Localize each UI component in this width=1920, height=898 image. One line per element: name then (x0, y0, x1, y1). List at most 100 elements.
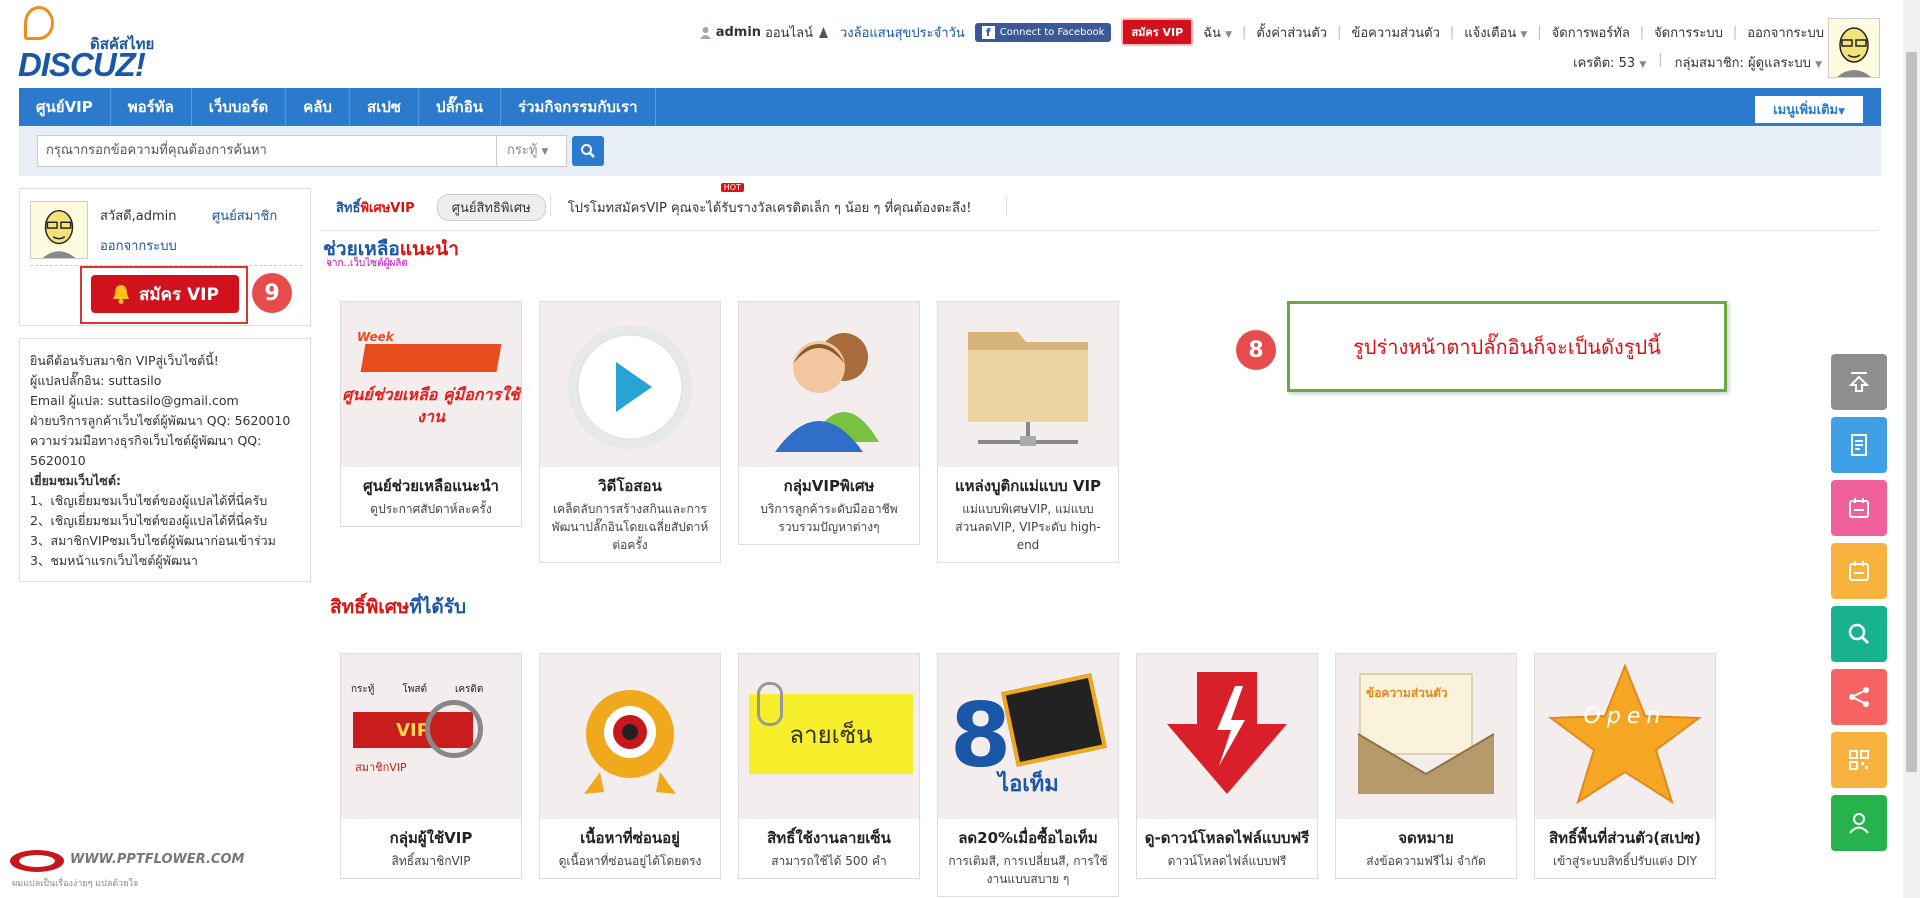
visit-title: เยี่ยมชมเว็บไซต์: (30, 473, 121, 488)
privilege-card[interactable]: ลายเซ็น สิทธิ์ใช้งานลายเซ็น สามารถใช้ได้… (738, 653, 920, 879)
calendar-icon (1849, 498, 1869, 518)
group-label: กลุ่มสมาชิก: ผู้ดูแลระบบ (1674, 56, 1811, 71)
privilege-card-desc: ส่งข้อความฟรีไม่ จำกัด (1366, 854, 1486, 868)
more-menu-label: เมนูเพิ่มเติม (1773, 103, 1839, 118)
vip-join-label: สมัคร VIP (139, 284, 219, 305)
privilege-title-a: สิทธิ์พิเศษ (330, 596, 410, 618)
menu-notifications[interactable]: แจ้งเตือน ▼ (1464, 22, 1527, 43)
privilege-card[interactable]: เนื้อหาที่ซ่อนอยู่ ดูเนื้อหาที่ซ่อนอยู่ไ… (539, 653, 721, 879)
menu-settings[interactable]: ตั้งค่าส่วนตัว (1256, 22, 1327, 43)
privilege-card[interactable]: Open สิทธิ์พื้นที่ส่วนตัว(สเปซ) เข้าสู่ร… (1534, 653, 1716, 879)
privilege-card-title: ลด20%เมื่อซื้อไอเท็ม (958, 829, 1098, 847)
privilege-card-desc: สิทธิ์สมาชิกVIP (391, 854, 471, 868)
back-to-top-button[interactable] (1831, 354, 1887, 410)
credits-menu[interactable]: เครดิต: 53 ▼ (1573, 52, 1646, 73)
visit-link[interactable]: 3、ชมหน้าแรกเว็บไซต์ผู้พัฒนา (30, 551, 300, 571)
privilege-card-desc: ดาวน์โหลดไฟล์แบบฟรี (1167, 854, 1287, 868)
help-card-image (938, 302, 1118, 467)
float-search-button[interactable] (1831, 606, 1887, 662)
community-link[interactable]: วงล้อแสนสุขประจำวัน (840, 22, 965, 43)
logout-link[interactable]: ออกจากระบบ (100, 235, 177, 256)
network-folder-icon (968, 332, 1088, 446)
privilege-card-image (1137, 654, 1317, 819)
privilege-card-image: ข้อความส่วนตัว (1336, 654, 1516, 819)
banner-shape (360, 344, 502, 372)
help-card[interactable]: กลุ่มVIPพิเศษ บริการลูกค้าระดับมืออาชีพ … (738, 301, 920, 545)
play-icon (568, 325, 692, 449)
bell-icon (113, 285, 130, 304)
visit-link[interactable]: 1、เชิญเยี่ยมชมเว็บไซต์ของผู้แปลได้ที่นี่… (30, 491, 300, 511)
search-button[interactable] (572, 136, 604, 166)
visit-link[interactable]: 3、สมาชิกVIPชมเว็บไซต์ผู้พัฒนาก่อนเข้าร่ว… (30, 531, 300, 551)
new-post-button[interactable] (1831, 417, 1887, 473)
privilege-card-desc: เข้าสู่ระบบสิทธิ์ปรับแต่ง DIY (1552, 854, 1698, 868)
menu-system-admin[interactable]: จัดการระบบ (1654, 22, 1723, 43)
eye-mascot-icon (584, 690, 676, 794)
avatar[interactable] (1828, 18, 1880, 78)
info-line: ฝ่ายบริการลูกค้าเว็บไซต์ผู้พัฒนา QQ: 562… (30, 413, 291, 428)
visit-link[interactable]: 2、เชิญเยี่ยมชมเว็บไซต์ของผู้แปลได้ที่นี่… (30, 511, 300, 531)
tab-vip-rights[interactable]: สิทธิ์พิเศษVIP (336, 197, 415, 218)
site-logo[interactable]: ดิสคัสไทย DISCUZ! (18, 6, 168, 83)
search-icon (1848, 623, 1870, 645)
menu-logout[interactable]: ออกจากระบบ (1747, 22, 1824, 43)
nav-forum[interactable]: เว็บบอร์ด (192, 88, 287, 126)
help-section-subtitle: จาก..เว็บไซต์ผู้ผลิต (326, 258, 408, 269)
facebook-connect-button[interactable]: f Connect to Facebook (974, 22, 1112, 42)
top-vip-button[interactable]: สมัคร VIP (1121, 18, 1194, 46)
member-center-link[interactable]: ศูนย์สมาชิก (212, 205, 277, 226)
checkin-button[interactable] (1831, 480, 1887, 536)
help-card[interactable]: Week ศูนย์ช่วยเหลือ คู่มือการใช้งาน ศูนย… (340, 301, 522, 527)
user-status: admin ออนไลน์ (699, 22, 830, 43)
envelope-label: ข้อความส่วนตัว (1366, 686, 1448, 700)
avatar-image (1829, 19, 1879, 77)
privilege-card-image (540, 654, 720, 819)
qrcode-button[interactable] (1831, 732, 1887, 788)
divider: | (1732, 24, 1738, 40)
menu-portal-admin[interactable]: จัดการพอร์ทัล (1552, 22, 1630, 43)
divider: | (1658, 52, 1663, 67)
watermark-title: WWW.PPTFLOWER.COM (70, 852, 245, 867)
chevron-down-icon: ▼ (1520, 29, 1528, 40)
help-card-desc: ดูประกาศสัปดาห์ละครั้ง (370, 502, 492, 516)
star-icon (1548, 663, 1702, 805)
menu-me[interactable]: ฉัน ▼ (1203, 22, 1232, 43)
watermark-logo-icon (10, 850, 64, 872)
privilege-card[interactable]: 8 ไอเท็ม ลด20%เมื่อซื้อไอเท็ม การเติมสี,… (937, 653, 1119, 897)
menu-me-label: ฉัน (1203, 25, 1221, 41)
privilege-card[interactable]: ข้อความส่วนตัว จดหมาย ส่งข้อความฟรีไม่ จ… (1335, 653, 1517, 879)
stealth-icon[interactable] (817, 26, 830, 39)
share-button[interactable] (1831, 669, 1887, 725)
nav-vip-center[interactable]: ศูนย์VIP (19, 88, 111, 126)
avatar[interactable] (30, 201, 88, 259)
search-type-select[interactable]: กระทู้ ▼ (497, 135, 567, 167)
privilege-card[interactable]: ดู-ดาวน์โหลดไฟล์แบบฟรี ดาวน์โหลดไฟล์แบบฟ… (1136, 653, 1318, 879)
tab-promo[interactable]: HOT โปรโมทสมัครVIP คุณจะได้รับรางวัลเครดิ… (568, 183, 971, 218)
contact-button[interactable] (1831, 795, 1887, 851)
menu-messages[interactable]: ข้อความส่วนตัว (1351, 22, 1439, 43)
nav-space[interactable]: สเปซ (350, 88, 419, 126)
group-menu[interactable]: กลุ่มสมาชิก: ผู้ดูแลระบบ ▼ (1675, 52, 1822, 73)
more-menu-button[interactable]: เมนูเพิ่มเติม▼ (1755, 96, 1863, 123)
vip-join-button[interactable]: สมัคร VIP (91, 275, 239, 313)
privilege-card[interactable]: กระทู้ โพสต์ เครดิต VIP สมาชิกVIP กลุ่มผู้… (340, 653, 522, 879)
privilege-card-desc: ดูเนื้อหาที่ซ่อนอยู่ได้โดยตรง (558, 854, 702, 868)
help-card[interactable]: วิดีโอสอน เคล็ดลับการสร้างสกินและการพัฒน… (539, 301, 721, 563)
tab-privilege-center[interactable]: ศูนย์สิทธิพิเศษ (436, 194, 546, 221)
info-line: 5620010 (30, 453, 86, 468)
nav-plugins[interactable]: ปลั๊กอิน (419, 88, 501, 126)
username[interactable]: admin (716, 25, 761, 40)
scrollbar-thumb[interactable] (1906, 52, 1917, 772)
search-input[interactable]: กรุณากรอกข้อความที่คุณต้องการค้นหา (37, 135, 497, 167)
help-card-desc: แม่แบบพิเศษVIP, แม่แบบส่วนลดVIP, VIPระดั… (955, 502, 1101, 552)
logo-bubble-icon (24, 6, 54, 40)
help-card[interactable]: แหล่งบูติกแม่แบบ VIP แม่แบบพิเศษVIP, แม่… (937, 301, 1119, 563)
privilege-card-title: ดู-ดาวน์โหลดไฟล์แบบฟรี (1144, 829, 1310, 847)
help-title-b: แนะนำ (399, 238, 459, 260)
daily-task-button[interactable] (1831, 543, 1887, 599)
nav-activities[interactable]: ร่วมกิจกรรมกับเรา (501, 88, 656, 126)
logo-text: DISCUZ! (18, 46, 146, 83)
info-panel: ยินดีต้อนรับสมาชิก VIPสู่เว็บไซต์นี้! ผู… (19, 338, 311, 582)
nav-club[interactable]: คลับ (286, 88, 350, 126)
nav-portal[interactable]: พอร์ทัล (111, 88, 192, 126)
